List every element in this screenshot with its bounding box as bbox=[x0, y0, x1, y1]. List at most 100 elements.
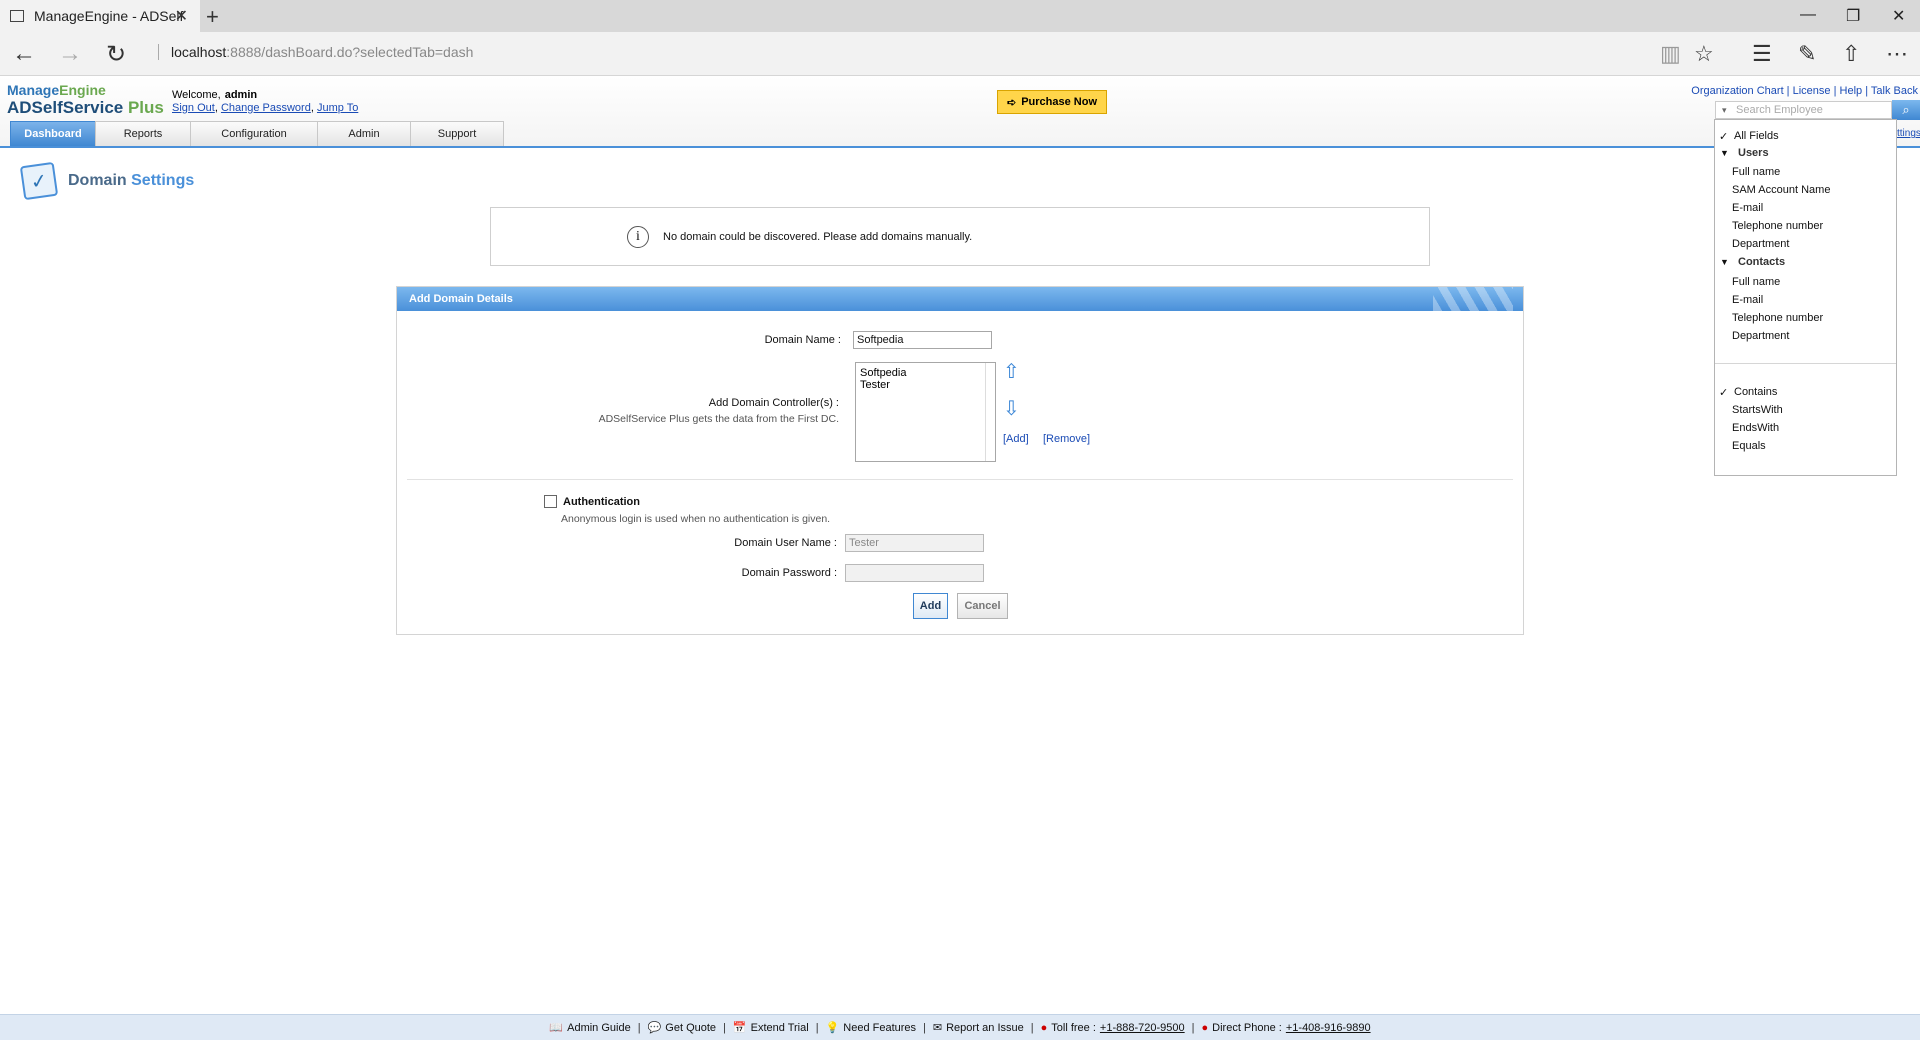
direct-phone-number[interactable]: +1-408-916-9890 bbox=[1286, 1022, 1371, 1034]
tab-configuration[interactable]: Configuration bbox=[190, 121, 318, 146]
option-user-department[interactable]: Department bbox=[1732, 238, 1789, 250]
page-icon bbox=[10, 10, 24, 22]
new-tab-icon[interactable]: + bbox=[206, 4, 219, 30]
cancel-button[interactable]: Cancel bbox=[957, 593, 1008, 619]
web-note-icon[interactable]: ✎ bbox=[1798, 41, 1816, 67]
minimize-icon[interactable]: — bbox=[1800, 6, 1816, 24]
organization-chart-link[interactable]: Organization Chart bbox=[1691, 85, 1783, 97]
envelope-icon: ✉ bbox=[932, 1022, 943, 1034]
tab-reports[interactable]: Reports bbox=[95, 121, 191, 146]
info-message: i No domain could be discovered. Please … bbox=[490, 207, 1430, 266]
account-links: Sign Out, Change Password, Jump To bbox=[172, 102, 359, 114]
search-employee-input[interactable]: Search Employee bbox=[1715, 101, 1892, 119]
tab-title: ManageEngine - ADSelf bbox=[34, 8, 184, 24]
refresh-icon[interactable]: ↻ bbox=[106, 40, 126, 69]
report-issue-link[interactable]: ✉ Report an Issue bbox=[932, 1021, 1024, 1035]
domain-user-input[interactable] bbox=[845, 534, 984, 552]
option-startswith[interactable]: StartsWith bbox=[1732, 404, 1783, 416]
sign-out-link[interactable]: Sign Out bbox=[172, 102, 215, 114]
arrow-right-icon: ➪ bbox=[1006, 96, 1017, 109]
domain-controller-list[interactable]: Softpedia Tester bbox=[855, 362, 996, 462]
tab-support[interactable]: Support bbox=[410, 121, 504, 146]
purchase-now-button[interactable]: ➪ Purchase Now bbox=[997, 90, 1107, 114]
domain-controller-hint: ADSelfService Plus gets the data from th… bbox=[598, 413, 839, 425]
toll-free-info: ● Toll free : +1-888-720-9500 bbox=[1040, 1021, 1185, 1034]
jump-to-link[interactable]: Jump To bbox=[317, 102, 358, 114]
option-endswith[interactable]: EndsWith bbox=[1732, 422, 1779, 434]
authentication-hint: Anonymous login is used when no authenti… bbox=[561, 513, 831, 525]
get-quote-link[interactable]: 💬 Get Quote bbox=[648, 1021, 716, 1035]
app-header: ManageEngine ADSelfService Plus Welcome,… bbox=[0, 76, 1920, 148]
domain-password-label: Domain Password : bbox=[741, 567, 837, 579]
admin-guide-link[interactable]: 📖 Admin Guide bbox=[549, 1021, 630, 1035]
option-contact-department[interactable]: Department bbox=[1732, 330, 1789, 342]
move-down-icon[interactable]: ⇩ bbox=[1003, 396, 1020, 421]
list-item[interactable]: Softpedia bbox=[860, 367, 991, 379]
toll-free-number[interactable]: +1-888-720-9500 bbox=[1100, 1022, 1185, 1034]
reading-view-icon[interactable]: ▥ bbox=[1660, 41, 1681, 67]
settings-link[interactable]: ttings bbox=[1897, 128, 1920, 139]
talk-back-link[interactable]: Talk Back bbox=[1871, 85, 1918, 97]
group-contacts[interactable]: Contacts bbox=[1738, 256, 1785, 268]
group-users[interactable]: Users bbox=[1738, 147, 1769, 159]
domain-password-input[interactable] bbox=[845, 564, 984, 582]
phone-icon: ● bbox=[1040, 1021, 1048, 1034]
address-bar: ← → ↻ localhost:8888/dashBoard.do?select… bbox=[0, 32, 1920, 76]
authentication-checkbox[interactable] bbox=[544, 495, 557, 508]
info-icon: i bbox=[627, 225, 649, 248]
option-contains[interactable]: Contains bbox=[1734, 386, 1777, 398]
tab-dashboard[interactable]: Dashboard bbox=[10, 121, 96, 146]
direct-phone-info: ● Direct Phone : +1-408-916-9890 bbox=[1201, 1021, 1371, 1034]
option-user-sam-account-name[interactable]: SAM Account Name bbox=[1732, 184, 1830, 196]
check-icon: ✓ bbox=[1719, 387, 1729, 399]
license-link[interactable]: License bbox=[1793, 85, 1831, 97]
domain-controller-label: Add Domain Controller(s) : bbox=[708, 397, 839, 409]
option-contact-full-name[interactable]: Full name bbox=[1732, 276, 1780, 288]
need-features-link[interactable]: 💡 Need Features bbox=[825, 1021, 916, 1035]
search-field-dropdown: ✓ All Fields ▼ Users Full name SAM Accou… bbox=[1714, 119, 1897, 476]
option-equals[interactable]: Equals bbox=[1732, 440, 1766, 452]
extend-trial-link[interactable]: 📅 Extend Trial bbox=[733, 1021, 809, 1035]
option-contact-email[interactable]: E-mail bbox=[1732, 294, 1763, 306]
remove-dc-link[interactable]: [Remove] bbox=[1043, 433, 1090, 445]
tab-admin[interactable]: Admin bbox=[317, 121, 411, 146]
browser-tab[interactable]: ManageEngine - ADSelf ✕ bbox=[0, 0, 200, 32]
option-user-telephone[interactable]: Telephone number bbox=[1732, 220, 1823, 232]
add-dc-link[interactable]: [Add] bbox=[1003, 433, 1029, 445]
add-button[interactable]: Add bbox=[913, 593, 948, 619]
forward-icon[interactable]: → bbox=[58, 40, 82, 68]
option-contact-telephone[interactable]: Telephone number bbox=[1732, 312, 1823, 324]
authentication-label: Authentication bbox=[563, 496, 640, 508]
url-field[interactable]: localhost:8888/dashBoard.do?selectedTab=… bbox=[158, 44, 473, 60]
more-icon[interactable]: ⋯ bbox=[1886, 41, 1908, 67]
option-user-email[interactable]: E-mail bbox=[1732, 202, 1763, 214]
hub-icon[interactable]: ☰ bbox=[1752, 41, 1772, 67]
search-icon[interactable]: ⌕ bbox=[1892, 100, 1920, 120]
lightbulb-icon: 💡 bbox=[825, 1022, 840, 1034]
main-nav: Dashboard Reports Configuration Admin Su… bbox=[10, 121, 504, 146]
add-domain-panel: Add Domain Details Domain Name : Add Dom… bbox=[396, 286, 1524, 635]
list-item[interactable]: Tester bbox=[860, 379, 991, 391]
close-tab-icon[interactable]: ✕ bbox=[175, 6, 188, 26]
change-password-link[interactable]: Change Password bbox=[221, 102, 311, 114]
help-link[interactable]: Help bbox=[1840, 85, 1863, 97]
list-scrollbar[interactable] bbox=[985, 363, 995, 461]
close-window-icon[interactable]: ✕ bbox=[1892, 6, 1905, 26]
top-links: Organization Chart | License | Help | Ta… bbox=[1691, 85, 1918, 97]
option-user-full-name[interactable]: Full name bbox=[1732, 166, 1780, 178]
collapse-icon[interactable]: ▼ bbox=[1720, 148, 1729, 158]
move-up-icon[interactable]: ⇧ bbox=[1003, 359, 1020, 384]
divider bbox=[407, 479, 1513, 480]
share-icon[interactable]: ⇧ bbox=[1842, 41, 1860, 67]
phone-icon: ● bbox=[1201, 1021, 1209, 1034]
footer-bar: 📖 Admin Guide | 💬 Get Quote | 📅 Extend Tria… bbox=[0, 1014, 1920, 1040]
option-all-fields[interactable]: All Fields bbox=[1734, 130, 1779, 142]
restore-icon[interactable]: ❐ bbox=[1846, 6, 1860, 26]
domain-name-input[interactable] bbox=[853, 331, 992, 349]
browser-tab-bar: ManageEngine - ADSelf ✕ + — ❐ ✕ bbox=[0, 0, 1920, 32]
collapse-icon[interactable]: ▼ bbox=[1720, 257, 1729, 267]
domain-user-label: Domain User Name : bbox=[734, 537, 837, 549]
back-icon[interactable]: ← bbox=[12, 40, 36, 68]
favorite-star-icon[interactable]: ☆ bbox=[1694, 41, 1714, 67]
divider bbox=[1715, 363, 1896, 364]
